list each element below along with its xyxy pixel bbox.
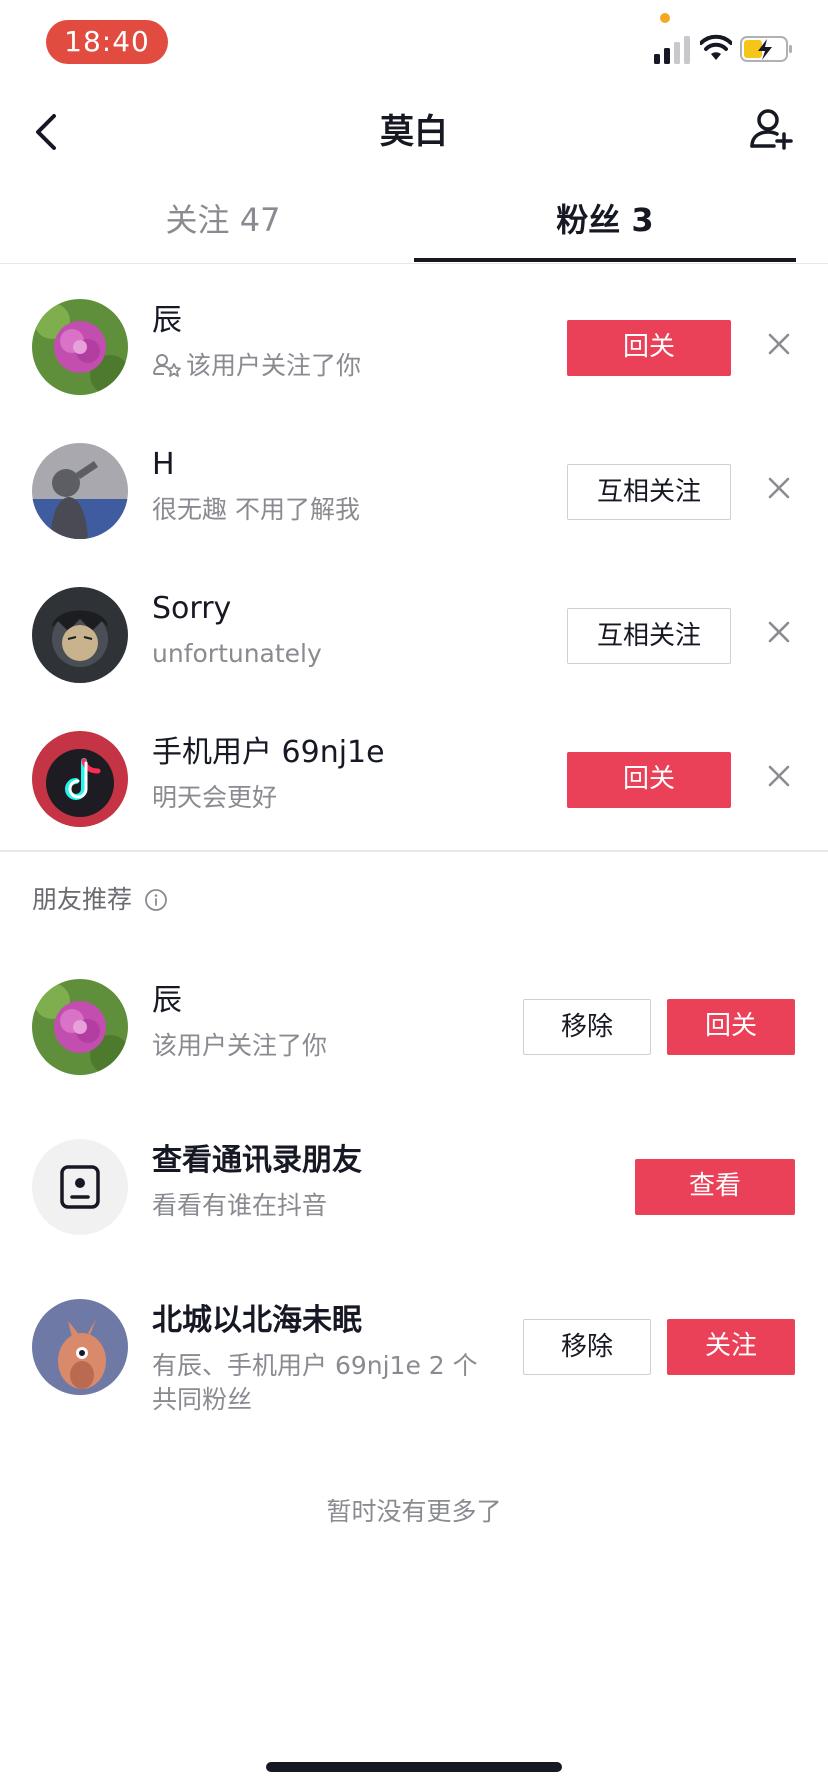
- avatar[interactable]: [32, 299, 128, 395]
- remove-button[interactable]: 移除: [523, 999, 651, 1055]
- home-indicator[interactable]: [266, 1762, 562, 1772]
- user-subtitle: 明天会更好: [152, 783, 278, 812]
- follower-row[interactable]: 辰 该用户关注了你 回关: [0, 275, 828, 419]
- follow-back-button[interactable]: 回关: [567, 320, 731, 376]
- user-name: H: [152, 447, 175, 482]
- close-icon[interactable]: [764, 617, 794, 647]
- recommend-row[interactable]: 北城以北海未眠 有辰、手机用户 69nj1e 2 个共同粉丝 移除 关注: [0, 1275, 828, 1445]
- privacy-indicator-dot: [660, 13, 670, 23]
- close-icon[interactable]: [764, 329, 794, 359]
- user-name: 辰: [152, 983, 182, 1018]
- follower-row[interactable]: H 很无趣 不用了解我 互相关注: [0, 419, 828, 563]
- recommend-header: 朋友推荐: [32, 882, 168, 918]
- status-bar: 18:40: [0, 0, 828, 88]
- mutual-follow-icon: [153, 354, 181, 377]
- tab-bar: 关注 47 粉丝 3: [0, 180, 828, 264]
- recommend-row[interactable]: 辰 该用户关注了你 移除 回关: [0, 955, 828, 1099]
- user-name: 查看通讯录朋友: [152, 1143, 362, 1178]
- user-subtitle: 有辰、手机用户 69nj1e 2 个共同粉丝: [152, 1351, 478, 1414]
- avatar[interactable]: [32, 587, 128, 683]
- tab-active-indicator: [414, 258, 796, 262]
- tab-following[interactable]: 关注 47: [32, 198, 414, 242]
- info-icon[interactable]: [144, 888, 168, 912]
- user-name: 手机用户 69nj1e: [152, 735, 385, 770]
- avatar[interactable]: [32, 979, 128, 1075]
- close-icon[interactable]: [764, 473, 794, 503]
- status-time: 18:40: [46, 20, 168, 64]
- cellular-signal-icon: [654, 36, 690, 64]
- user-name: 北城以北海未眠: [152, 1303, 362, 1338]
- close-icon[interactable]: [764, 761, 794, 791]
- view-contacts-button[interactable]: 查看: [635, 1159, 795, 1215]
- user-subtitle: 很无趣 不用了解我: [152, 495, 360, 524]
- nav-bar: 莫白: [0, 88, 828, 176]
- follower-row[interactable]: Sorry unfortunately 互相关注: [0, 563, 828, 707]
- user-name: Sorry: [152, 591, 232, 626]
- mutual-follow-button[interactable]: 互相关注: [567, 608, 731, 664]
- tab-followers[interactable]: 粉丝 3: [414, 198, 796, 242]
- wifi-icon: [700, 34, 732, 60]
- section-divider: [0, 850, 828, 852]
- add-friend-icon[interactable]: [748, 106, 794, 152]
- avatar[interactable]: [32, 731, 128, 827]
- user-subtitle: 该用户关注了你: [152, 349, 361, 383]
- follow-back-button[interactable]: 回关: [567, 752, 731, 808]
- user-subtitle: 该用户关注了你: [152, 1031, 328, 1060]
- user-subtitle: 看看有谁在抖音: [152, 1191, 328, 1220]
- recommend-row[interactable]: 查看通讯录朋友 看看有谁在抖音 查看: [0, 1115, 828, 1259]
- mutual-follow-button[interactable]: 互相关注: [567, 464, 731, 520]
- follower-row[interactable]: 手机用户 69nj1e 明天会更好 回关: [0, 707, 828, 851]
- contacts-icon: [60, 1165, 100, 1209]
- remove-button[interactable]: 移除: [523, 1319, 651, 1375]
- follow-button[interactable]: 关注: [667, 1319, 795, 1375]
- no-more-text: 暂时没有更多了: [326, 1497, 502, 1526]
- recommend-header-text: 朋友推荐: [32, 885, 133, 914]
- user-name: 辰: [152, 303, 182, 338]
- page-title: 莫白: [380, 112, 448, 152]
- follow-back-button[interactable]: 回关: [667, 999, 795, 1055]
- avatar[interactable]: [32, 443, 128, 539]
- user-subtitle-text: 该用户关注了你: [186, 351, 362, 380]
- battery-charging-icon: [740, 36, 792, 62]
- user-subtitle: unfortunately: [152, 639, 322, 668]
- avatar[interactable]: [32, 1299, 128, 1395]
- avatar[interactable]: [32, 1139, 128, 1235]
